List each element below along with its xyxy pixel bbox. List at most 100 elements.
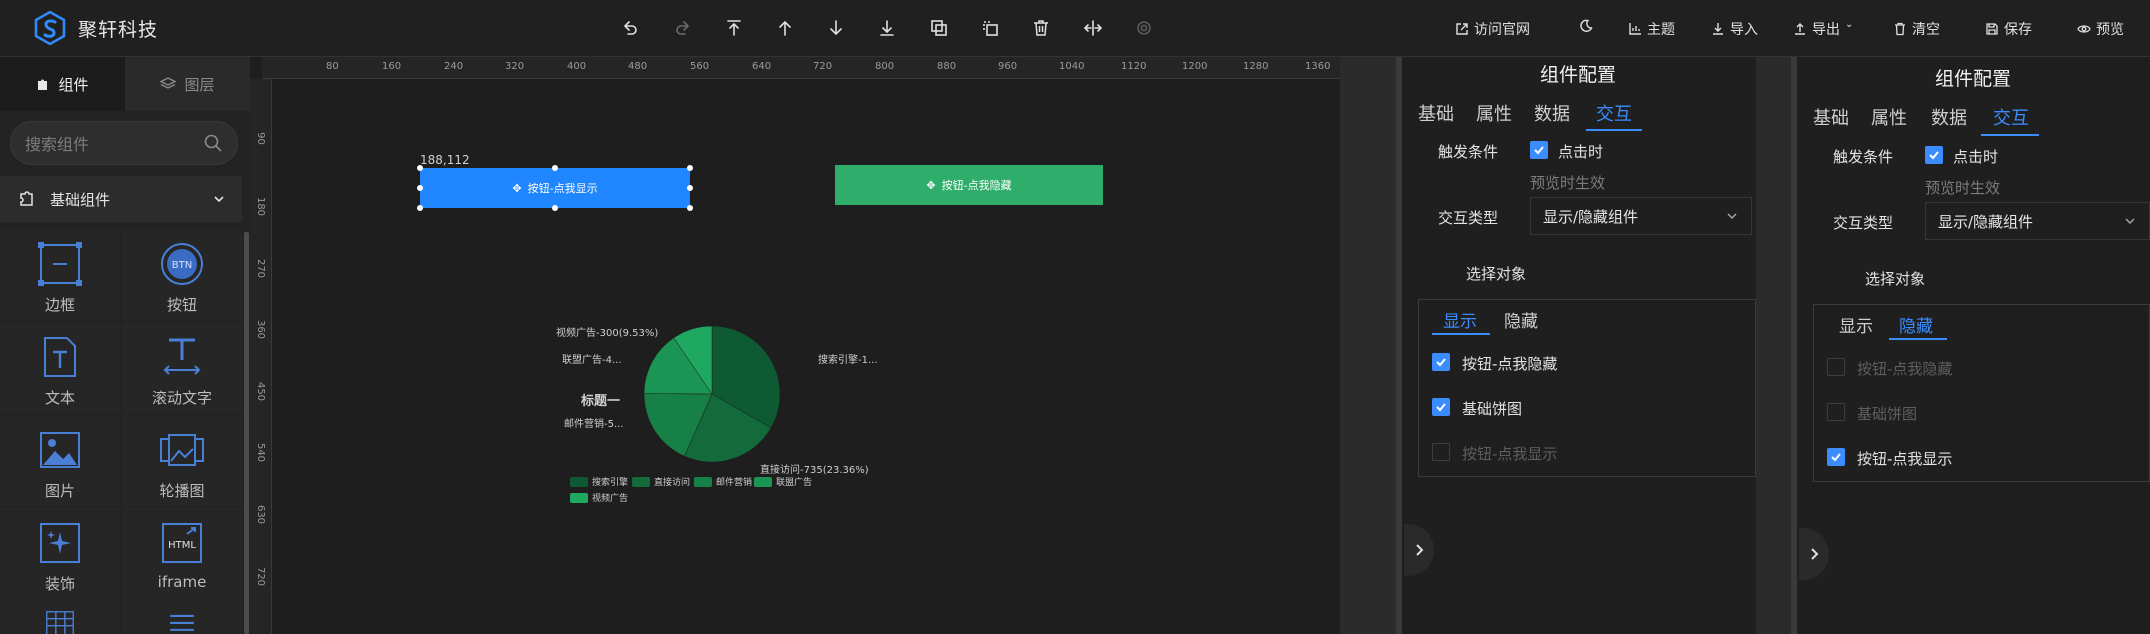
target-item-label: 按钮-点我显示 [1462, 445, 1558, 463]
tab-basic[interactable]: 基础 [1813, 104, 1849, 130]
tab-basic[interactable]: 基础 [1418, 100, 1454, 126]
component-table[interactable] [0, 601, 120, 634]
collapse-panel-button[interactable] [1799, 528, 1829, 580]
save-button[interactable]: 保存 [1985, 19, 2032, 39]
component-button[interactable]: BTN 按钮 [122, 229, 242, 320]
copy-icon[interactable] [928, 17, 950, 39]
interaction-type-select[interactable]: 显示/隐藏组件 [1925, 202, 2150, 240]
legend-item[interactable]: 邮件营销 [694, 475, 752, 488]
tab-interaction[interactable]: 交互 [1993, 104, 2029, 130]
move-to-top-icon[interactable] [723, 17, 745, 39]
pie-label-search: 搜索引擎-1... [818, 355, 878, 366]
legend-item[interactable]: 搜索引擎 [570, 475, 628, 488]
subtab-show[interactable]: 显示 [1443, 307, 1477, 332]
import-button[interactable]: 导入 [1711, 19, 1758, 39]
collapse-panel-button[interactable] [1404, 524, 1434, 576]
resize-handle[interactable] [417, 185, 423, 191]
legend-swatch [570, 492, 588, 503]
visit-site-button[interactable]: 访问官网 [1455, 19, 1530, 39]
target-checkbox-disabled [1827, 403, 1845, 421]
tab-components[interactable]: 组件 [0, 57, 125, 111]
resize-handle[interactable] [687, 205, 693, 211]
category-basic-components[interactable]: 基础组件 [0, 176, 242, 222]
legend-item[interactable]: 联盟广告 [754, 475, 812, 488]
panel-title: 组件配置 [1935, 68, 2012, 90]
component-decoration[interactable]: 装饰 [0, 508, 120, 599]
trigger-checkbox[interactable] [1925, 146, 1943, 164]
legend-label: 视频广告 [592, 494, 629, 504]
component-label: 文本 [44, 389, 75, 407]
component-text[interactable]: 文本 [0, 322, 120, 413]
resize-handle[interactable] [417, 165, 423, 171]
tab-interaction[interactable]: 交互 [1596, 100, 1632, 126]
subtab-show[interactable]: 显示 [1839, 312, 1873, 337]
move-down-icon[interactable] [825, 17, 847, 39]
canvas-button-show[interactable]: ✥ 按钮-点我显示 [420, 168, 690, 208]
legend-label: 搜索引擎 [592, 478, 629, 488]
resize-handle[interactable] [417, 205, 423, 211]
undo-icon[interactable] [619, 17, 641, 39]
subtab-hide[interactable]: 隐藏 [1899, 312, 1933, 337]
legend-item[interactable]: 直接访问 [632, 475, 690, 488]
ruler-label: 540 [255, 442, 267, 463]
component-scroll-text[interactable]: 滚动文字 [122, 322, 242, 413]
tab-attributes[interactable]: 属性 [1476, 100, 1512, 126]
list-icon [170, 614, 194, 631]
clear-button[interactable]: 清空 [1893, 19, 1940, 39]
decoration-icon [40, 523, 80, 563]
preview-button[interactable]: 预览 [2077, 19, 2124, 39]
legend-item[interactable]: 视频广告 [570, 491, 628, 504]
tab-data[interactable]: 数据 [1534, 100, 1570, 126]
move-to-bottom-icon[interactable] [876, 17, 898, 39]
resize-handle[interactable] [687, 165, 693, 171]
component-category-icon [20, 191, 33, 206]
target-checkbox[interactable] [1432, 353, 1450, 371]
pie-chart[interactable]: 视频广告-300(9.53%) 联盟广告-4... 邮件营销-5... 搜索引擎… [556, 324, 878, 574]
target-item-label: 基础饼图 [1857, 405, 1918, 423]
resize-handle[interactable] [552, 205, 558, 211]
legend-swatch [570, 476, 588, 487]
tab-attributes[interactable]: 属性 [1871, 104, 1907, 130]
check-icon [1436, 403, 1446, 412]
trigger-checkbox[interactable] [1530, 141, 1548, 159]
component-border[interactable]: 边框 [0, 229, 120, 320]
resize-handle[interactable] [552, 165, 558, 171]
move-up-icon[interactable] [774, 17, 796, 39]
theme-button[interactable]: 主题 [1628, 19, 1675, 39]
chevron-down-icon: ⌄ [1845, 18, 1854, 30]
tab-data[interactable]: 数据 [1931, 104, 1967, 130]
interaction-type-value: 显示/隐藏组件 [1543, 207, 1639, 226]
target-checkbox[interactable] [1827, 448, 1845, 466]
target-checkbox-disabled [1827, 358, 1845, 376]
component-carousel[interactable]: 轮播图 [122, 415, 242, 506]
canvas-button-hide[interactable]: ✥ 按钮-点我隐藏 [835, 165, 1103, 205]
interaction-type-select[interactable]: 显示/隐藏组件 [1530, 197, 1752, 235]
design-canvas[interactable]: 188,112 ✥ 按钮-点我显示 ✥ 按钮-点我隐藏 视频广告-300(9.5… [272, 79, 1342, 634]
settings-icon[interactable] [1133, 17, 1155, 39]
target-checkbox[interactable] [1432, 398, 1450, 416]
duplicate-icon[interactable] [979, 17, 1001, 39]
component-search-input[interactable]: 搜索组件 [10, 121, 238, 165]
dark-mode-toggle[interactable] [1579, 19, 1593, 33]
panel-resizer[interactable] [1791, 57, 1797, 634]
center-align-icon[interactable] [1082, 17, 1104, 39]
top-bar: 聚轩科技 访问官网 主题 导入 导出 ⌄ 清空 保存 预览 [0, 0, 2150, 57]
tab-layers[interactable]: 图层 [125, 57, 250, 111]
ruler-label: 80 [326, 61, 339, 72]
move-icon: ✥ [926, 178, 936, 192]
redo-icon[interactable] [672, 17, 694, 39]
delete-icon[interactable] [1030, 17, 1052, 39]
export-button[interactable]: 导出 ⌄ [1793, 19, 1853, 39]
component-image[interactable]: 图片 [0, 415, 120, 506]
component-iframe[interactable]: HTML iframe [122, 508, 242, 599]
subtab-active-indicator [1889, 338, 1947, 340]
resize-handle[interactable] [687, 185, 693, 191]
panel-resizer[interactable] [1396, 57, 1402, 634]
search-icon[interactable] [203, 133, 223, 153]
sidebar-scrollbar[interactable] [244, 232, 249, 634]
iframe-icon: HTML [162, 523, 202, 563]
subtab-hide[interactable]: 隐藏 [1504, 307, 1538, 332]
component-list[interactable] [122, 601, 242, 634]
app-name: 聚轩科技 [78, 18, 159, 41]
panel-divider [1756, 57, 1791, 634]
